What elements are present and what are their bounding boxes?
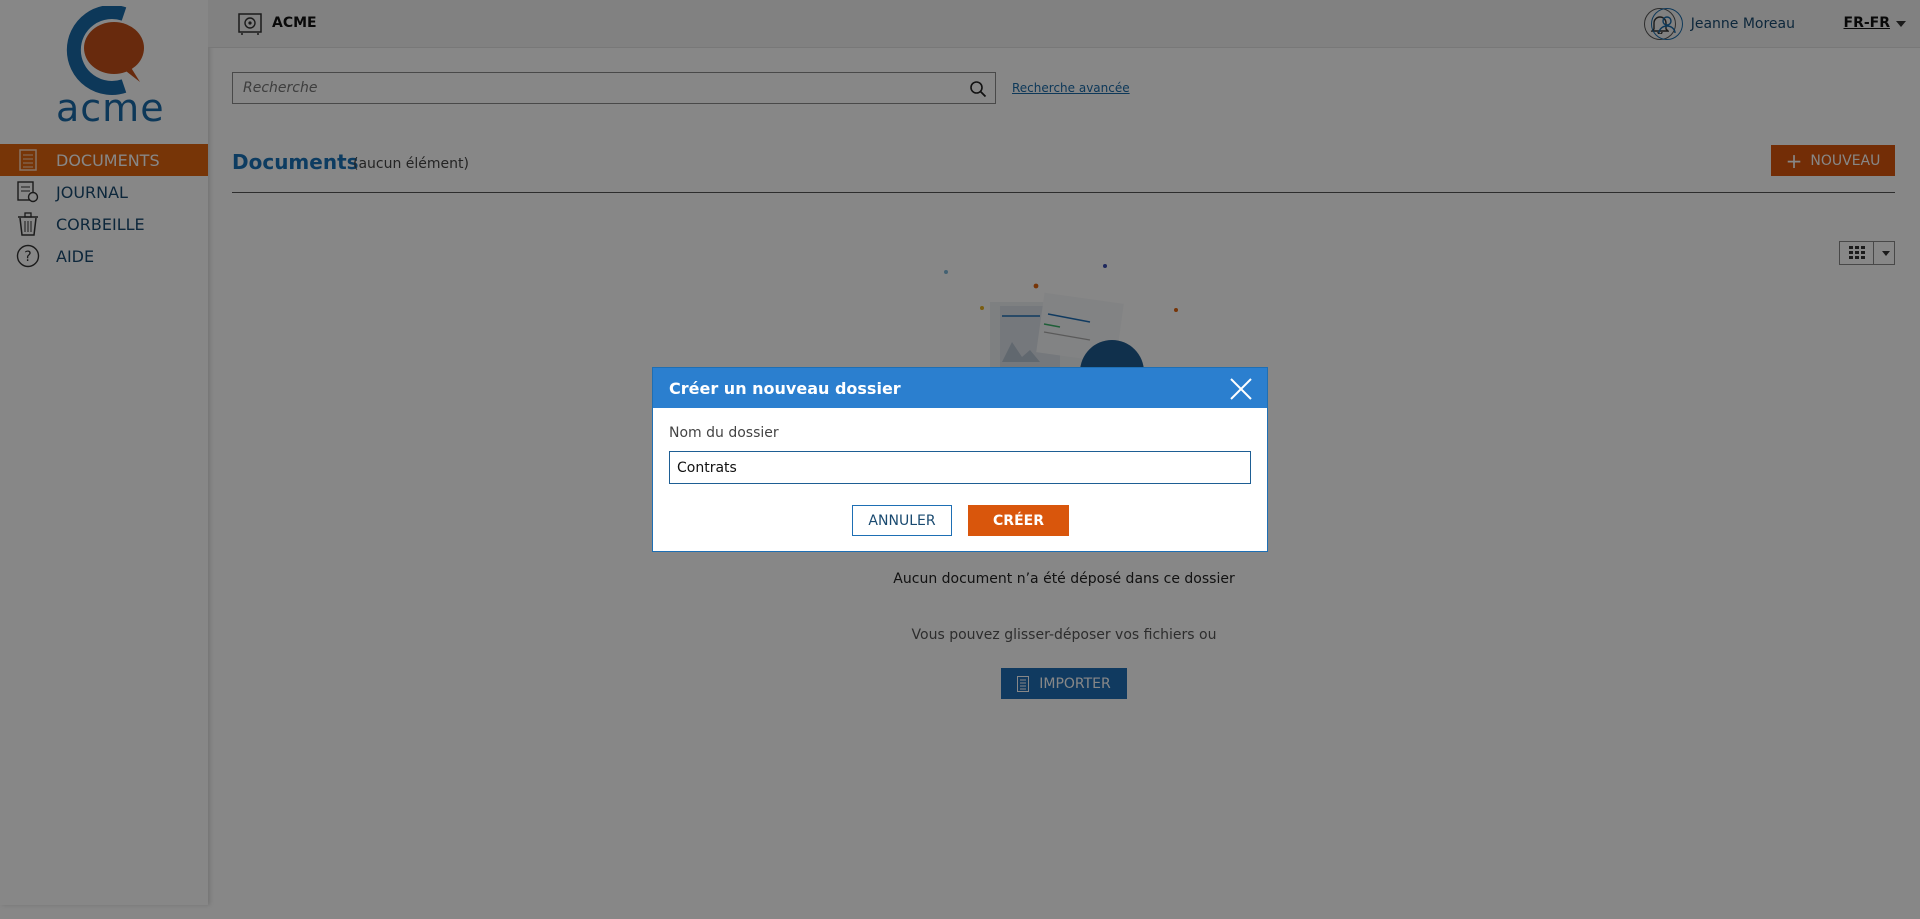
cancel-button[interactable]: ANNULER — [852, 505, 952, 536]
close-icon[interactable] — [1229, 377, 1253, 401]
dialog-header: Créer un nouveau dossier — [653, 368, 1267, 408]
create-folder-dialog: Créer un nouveau dossier Nom du dossier … — [652, 367, 1268, 552]
folder-name-label: Nom du dossier — [669, 425, 779, 441]
create-button[interactable]: CRÉER — [968, 505, 1069, 536]
folder-name-input[interactable] — [669, 451, 1251, 484]
dialog-title: Créer un nouveau dossier — [669, 378, 901, 398]
